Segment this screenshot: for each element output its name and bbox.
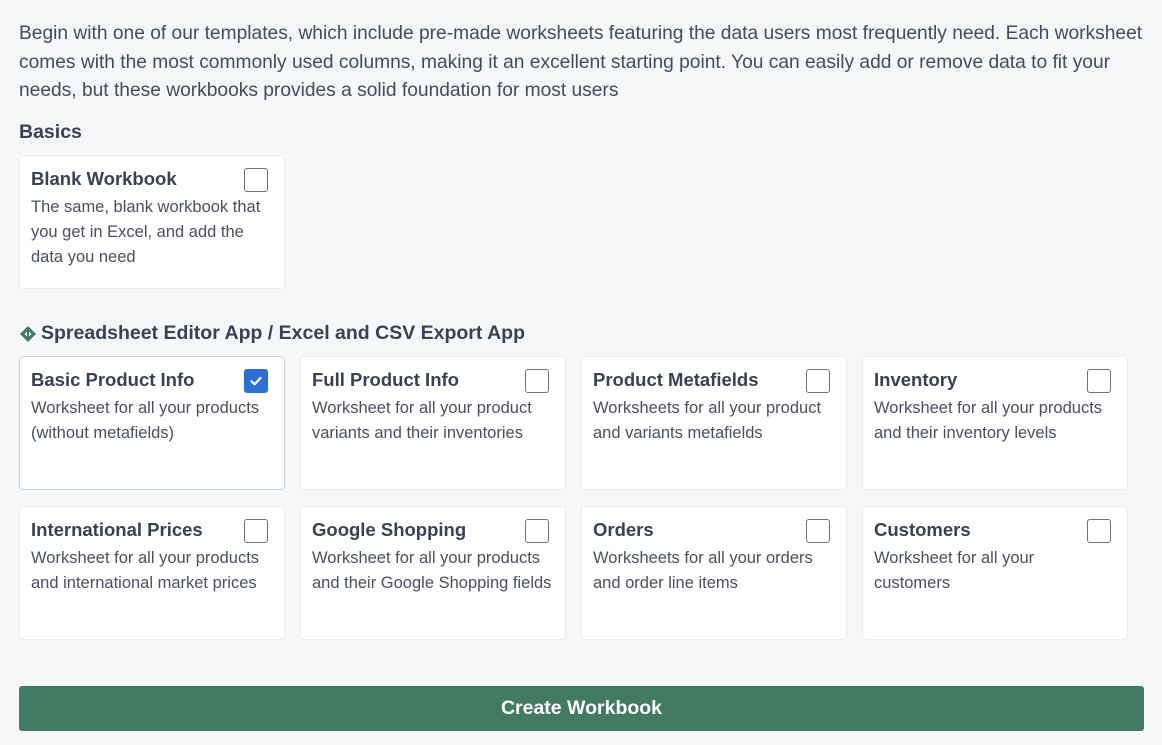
create-workbook-button[interactable]: Create Workbook — [19, 686, 1144, 731]
template-card-international-prices[interactable]: International Prices Worksheet for all y… — [19, 506, 285, 640]
template-card-customers[interactable]: Customers Worksheet for all your custome… — [862, 506, 1128, 640]
template-card-google-shopping[interactable]: Google Shopping Worksheet for all your p… — [300, 506, 566, 640]
template-card-orders[interactable]: Orders Worksheets for all your orders an… — [581, 506, 847, 640]
template-checkbox[interactable] — [244, 168, 268, 192]
card-description: Worksheet for all your products and inte… — [31, 549, 260, 592]
card-title: Full Product Info — [312, 369, 459, 390]
card-title: Product Metafields — [593, 369, 759, 390]
template-card-blank-workbook[interactable]: Blank Workbook The same, blank workbook … — [19, 155, 285, 289]
template-checkbox[interactable] — [244, 369, 268, 393]
template-picker-page: Begin with one of our templates, which i… — [0, 0, 1162, 745]
card-title: Basic Product Info — [31, 369, 195, 390]
card-title: International Prices — [31, 519, 203, 540]
template-checkbox[interactable] — [525, 369, 549, 393]
card-description: Worksheets for all your product and vari… — [593, 399, 822, 442]
card-description: Worksheets for all your orders and order… — [593, 549, 813, 592]
card-description: Worksheet for all your products and thei… — [874, 399, 1103, 442]
card-description: Worksheet for all your product variants … — [312, 399, 532, 442]
template-checkbox[interactable] — [1087, 519, 1111, 543]
template-checkbox[interactable] — [244, 519, 268, 543]
section-title-apps: Spreadsheet Editor App / Excel and CSV E… — [19, 322, 525, 345]
card-title: Google Shopping — [312, 519, 467, 540]
card-description: Worksheet for all your customers — [874, 549, 1035, 592]
section-title-basics: Basics — [19, 121, 82, 144]
intro-text: Begin with one of our templates, which i… — [19, 23, 1143, 101]
card-title: Orders — [593, 519, 654, 540]
card-description: The same, blank workbook that you get in… — [31, 198, 261, 266]
card-title: Inventory — [874, 369, 958, 390]
template-card-product-metafields[interactable]: Product Metafields Worksheets for all yo… — [581, 356, 847, 490]
card-title: Blank Workbook — [31, 168, 177, 189]
app-diamond-icon — [19, 325, 37, 343]
section-title-label: Spreadsheet Editor App / Excel and CSV E… — [41, 322, 525, 344]
card-description: Worksheet for all your products (without… — [31, 399, 260, 442]
template-card-inventory[interactable]: Inventory Worksheet for all your product… — [862, 356, 1128, 490]
template-card-basic-product-info[interactable]: Basic Product Info Worksheet for all you… — [19, 356, 285, 490]
card-title: Customers — [874, 519, 971, 540]
template-card-full-product-info[interactable]: Full Product Info Worksheet for all your… — [300, 356, 566, 490]
template-checkbox[interactable] — [1087, 369, 1111, 393]
template-checkbox[interactable] — [806, 369, 830, 393]
section-title-label: Basics — [19, 121, 82, 143]
checkmark-icon — [250, 376, 262, 386]
template-checkbox[interactable] — [806, 519, 830, 543]
card-description: Worksheet for all your products and thei… — [312, 549, 552, 592]
template-checkbox[interactable] — [525, 519, 549, 543]
